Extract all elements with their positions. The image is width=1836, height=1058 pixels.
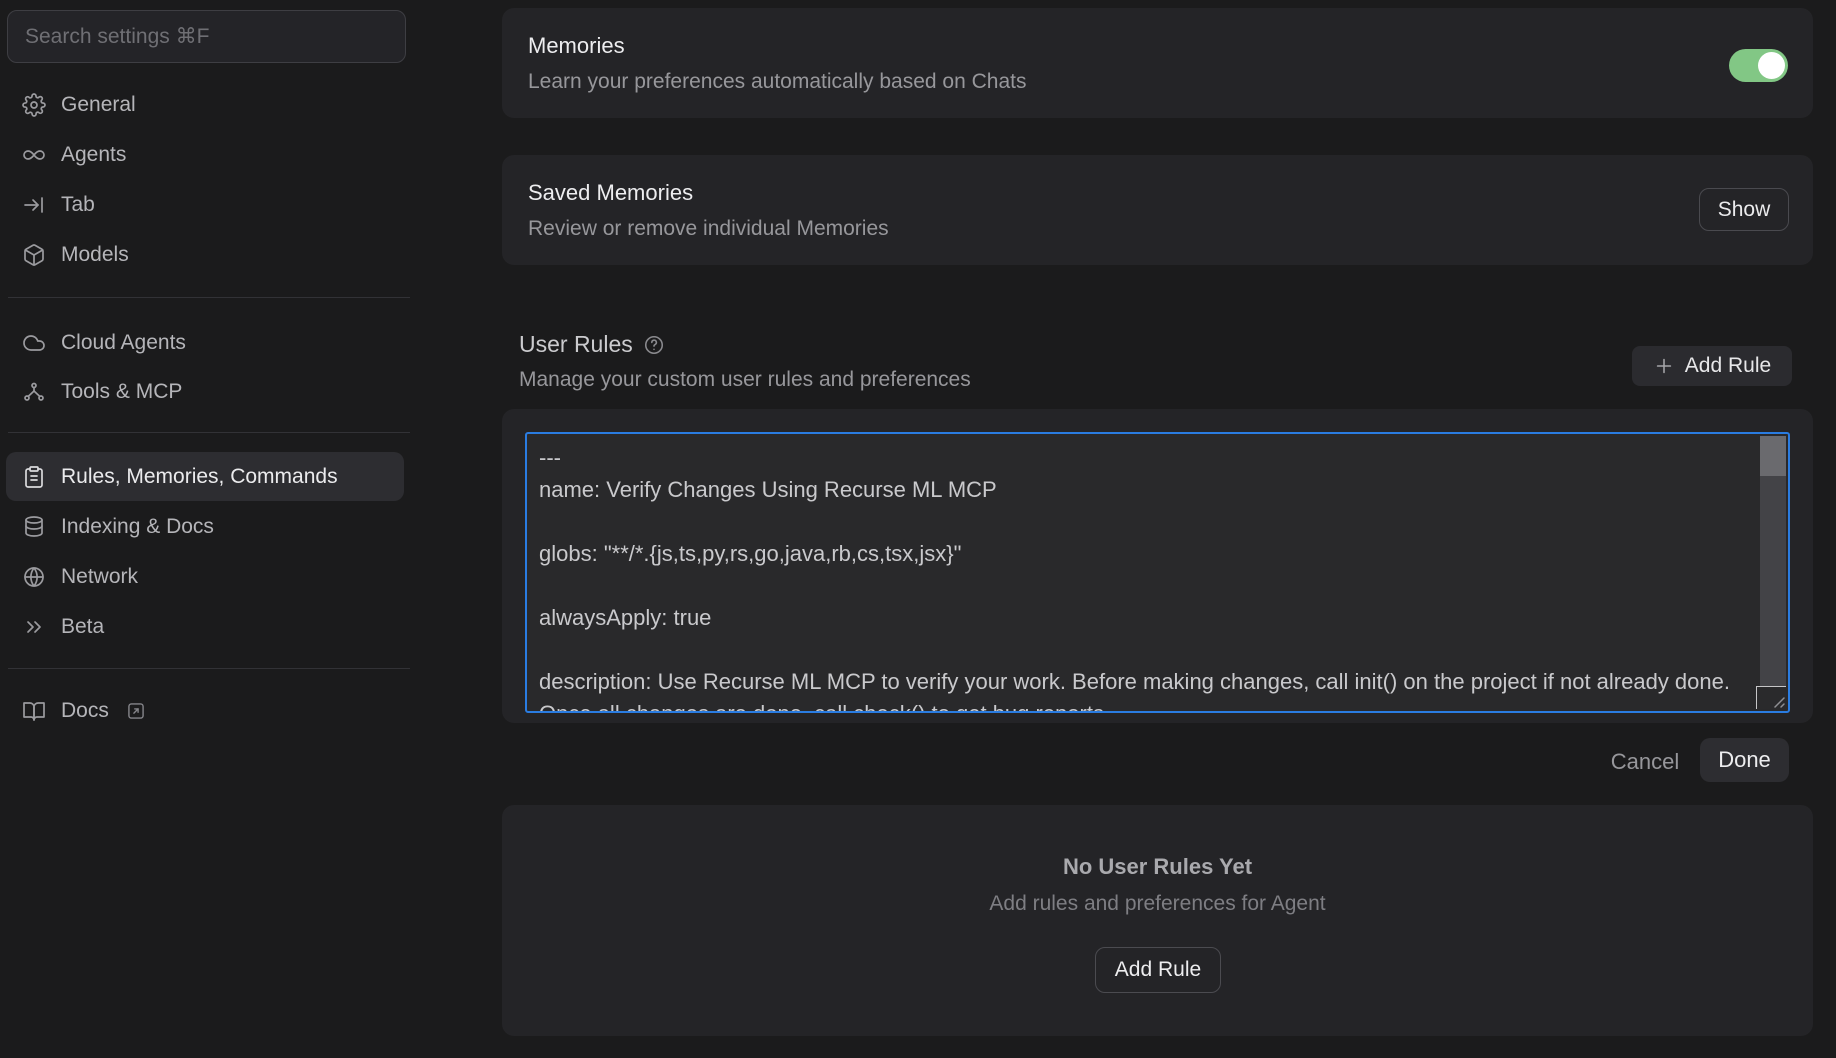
chevrons-right-icon <box>22 615 46 639</box>
search-input[interactable] <box>7 10 406 63</box>
sidebar-item-label: Indexing & Docs <box>61 515 214 539</box>
memories-toggle[interactable] <box>1729 49 1788 82</box>
sidebar-item-label: Beta <box>61 615 104 639</box>
sidebar-item-label: Tab <box>61 193 95 217</box>
cancel-button[interactable]: Cancel <box>1600 744 1690 780</box>
sidebar-item-tab[interactable]: Tab <box>6 180 404 229</box>
memories-subtitle: Learn your preferences automatically bas… <box>528 70 1026 94</box>
sidebar-divider <box>8 297 410 298</box>
sidebar-item-models[interactable]: Models <box>6 230 404 279</box>
memories-card: Memories Learn your preferences automati… <box>502 8 1813 118</box>
saved-memories-card: Saved Memories Review or remove individu… <box>502 155 1813 265</box>
sidebar-item-tools-mcp[interactable]: Tools & MCP <box>6 367 404 416</box>
no-user-rules-card: No User Rules Yet Add rules and preferen… <box>502 805 1813 1036</box>
sidebar-divider <box>8 668 410 669</box>
sidebar-item-docs[interactable]: Docs <box>6 686 404 735</box>
sidebar-item-label: Network <box>61 565 138 589</box>
infinity-icon <box>22 143 46 167</box>
sidebar-item-label: Cloud Agents <box>61 331 186 355</box>
toggle-knob <box>1758 52 1785 79</box>
external-link-icon <box>126 701 146 721</box>
saved-memories-subtitle: Review or remove individual Memories <box>528 217 889 241</box>
sidebar-item-cloud-agents[interactable]: Cloud Agents <box>6 318 404 367</box>
sidebar-item-label: Models <box>61 243 129 267</box>
empty-state-subtitle: Add rules and preferences for Agent <box>502 892 1813 916</box>
cloud-icon <box>22 331 46 355</box>
user-rules-editor[interactable]: --- name: Verify Changes Using Recurse M… <box>525 432 1790 713</box>
user-rules-subtitle: Manage your custom user rules and prefer… <box>519 368 971 392</box>
sidebar-item-label: Agents <box>61 143 126 167</box>
network-nodes-icon <box>22 380 46 404</box>
add-rule-label: Add Rule <box>1685 354 1771 378</box>
sidebar-item-general[interactable]: General <box>6 80 404 129</box>
memories-title: Memories <box>528 33 625 59</box>
sidebar-item-label: Rules, Memories, Commands <box>61 465 338 489</box>
add-rule-button-bottom[interactable]: Add Rule <box>1095 947 1221 993</box>
database-icon <box>22 515 46 539</box>
sidebar-item-beta[interactable]: Beta <box>6 602 404 651</box>
sidebar-item-agents[interactable]: Agents <box>6 130 404 179</box>
editor-scrollbar-thumb[interactable] <box>1760 436 1786 476</box>
editor-resize-handle[interactable] <box>1756 686 1786 709</box>
sidebar-divider <box>8 432 410 433</box>
gear-icon <box>22 93 46 117</box>
sidebar-item-label: Tools & MCP <box>61 380 182 404</box>
done-button[interactable]: Done <box>1700 738 1789 782</box>
plus-icon <box>1653 355 1675 377</box>
sidebar-item-indexing-docs[interactable]: Indexing & Docs <box>6 502 404 551</box>
cube-icon <box>22 243 46 267</box>
show-button[interactable]: Show <box>1699 188 1789 231</box>
add-rule-button-top[interactable]: Add Rule <box>1632 346 1792 386</box>
sidebar-item-label: Docs <box>61 699 109 723</box>
book-open-icon <box>22 699 46 723</box>
sidebar-item-network[interactable]: Network <box>6 552 404 601</box>
globe-icon <box>22 565 46 589</box>
user-rules-editor-text: --- name: Verify Changes Using Recurse M… <box>527 434 1788 711</box>
user-rules-title: User Rules <box>519 331 633 358</box>
help-circle-icon[interactable] <box>643 334 665 356</box>
saved-memories-title: Saved Memories <box>528 180 693 206</box>
sidebar-item-label: General <box>61 93 136 117</box>
editor-scrollbar-track[interactable] <box>1760 436 1786 688</box>
sidebar-item-rules-memories-commands[interactable]: Rules, Memories, Commands <box>6 452 404 501</box>
clipboard-icon <box>22 465 46 489</box>
tab-arrow-icon <box>22 193 46 217</box>
empty-state-title: No User Rules Yet <box>502 854 1813 880</box>
